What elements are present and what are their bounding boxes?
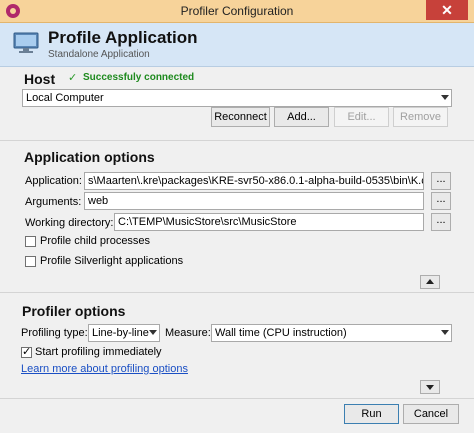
start-profiling-immediately-label: Start profiling immediately — [35, 346, 162, 358]
divider — [0, 292, 474, 293]
check-icon: ✓ — [68, 71, 78, 84]
host-section: Host ✓ Successfuly connected Local Compu… — [0, 67, 474, 136]
header-subtitle: Standalone Application — [48, 49, 150, 60]
title-bar: Profiler Configuration ✕ — [0, 0, 474, 23]
host-section-title: Host — [24, 71, 56, 87]
close-button[interactable]: ✕ — [426, 0, 468, 20]
host-select[interactable]: Local Computer — [22, 89, 452, 107]
profile-silverlight-checkbox[interactable] — [25, 256, 36, 267]
reconnect-button[interactable]: Reconnect — [211, 107, 270, 127]
header-panel: Profile Application Standalone Applicati… — [0, 23, 474, 67]
application-label: Application: — [25, 175, 82, 187]
start-profiling-immediately-checkbox[interactable] — [21, 345, 32, 358]
application-input[interactable]: s\Maarten\.kre\packages\KRE-svr50-x86.0.… — [84, 172, 424, 190]
profiling-type-value: Line-by-line — [92, 327, 149, 339]
profiler-options-title: Profiler options — [22, 303, 126, 319]
collapse-application-options-button[interactable] — [420, 275, 440, 289]
add-host-button[interactable]: Add... — [274, 107, 329, 127]
divider — [0, 140, 474, 141]
expand-profiler-options-button[interactable] — [420, 380, 440, 394]
profile-silverlight-label: Profile Silverlight applications — [40, 255, 184, 267]
profile-child-processes-label: Profile child processes — [40, 235, 151, 247]
measure-label: Measure: — [165, 327, 211, 339]
chevron-up-icon — [426, 279, 434, 284]
browse-working-directory-button[interactable]: ... — [431, 213, 451, 231]
measure-value: Wall time (CPU instruction) — [215, 327, 347, 339]
window-title: Profiler Configuration — [180, 4, 294, 18]
application-options-section: Application options Application: s\Maart… — [0, 142, 474, 289]
learn-more-link[interactable]: Learn more about profiling options — [21, 363, 188, 375]
application-options-title: Application options — [24, 149, 155, 165]
monitor-icon — [13, 32, 39, 53]
working-directory-label: Working directory: — [25, 217, 114, 229]
arguments-label: Arguments: — [25, 196, 82, 208]
chevron-down-icon — [149, 330, 157, 335]
chevron-down-icon — [441, 95, 449, 100]
dialog-footer: Run Cancel — [0, 398, 474, 433]
working-directory-input[interactable]: C:\TEMP\MusicStore\src\MusicStore — [114, 213, 424, 231]
measure-select[interactable]: Wall time (CPU instruction) — [211, 324, 452, 342]
cancel-button[interactable]: Cancel — [403, 404, 459, 424]
profiler-options-section: Profiler options Profiling type: Line-by… — [0, 294, 474, 397]
profiling-type-label: Profiling type: — [21, 327, 88, 339]
header-title: Profile Application — [48, 28, 198, 47]
run-button[interactable]: Run — [344, 404, 399, 424]
browse-application-button[interactable]: ... — [431, 172, 451, 190]
remove-host-button[interactable]: Remove — [393, 107, 448, 127]
chevron-down-icon — [441, 330, 449, 335]
chevron-down-icon — [426, 385, 434, 390]
arguments-input[interactable]: web — [84, 192, 424, 210]
profile-child-processes-checkbox[interactable] — [25, 236, 36, 247]
profiling-type-select[interactable]: Line-by-line — [88, 324, 160, 342]
connection-status: Successfuly connected — [83, 72, 195, 83]
browse-arguments-button[interactable]: ... — [431, 192, 451, 210]
edit-host-button[interactable]: Edit... — [334, 107, 389, 127]
host-select-value: Local Computer — [26, 92, 104, 104]
